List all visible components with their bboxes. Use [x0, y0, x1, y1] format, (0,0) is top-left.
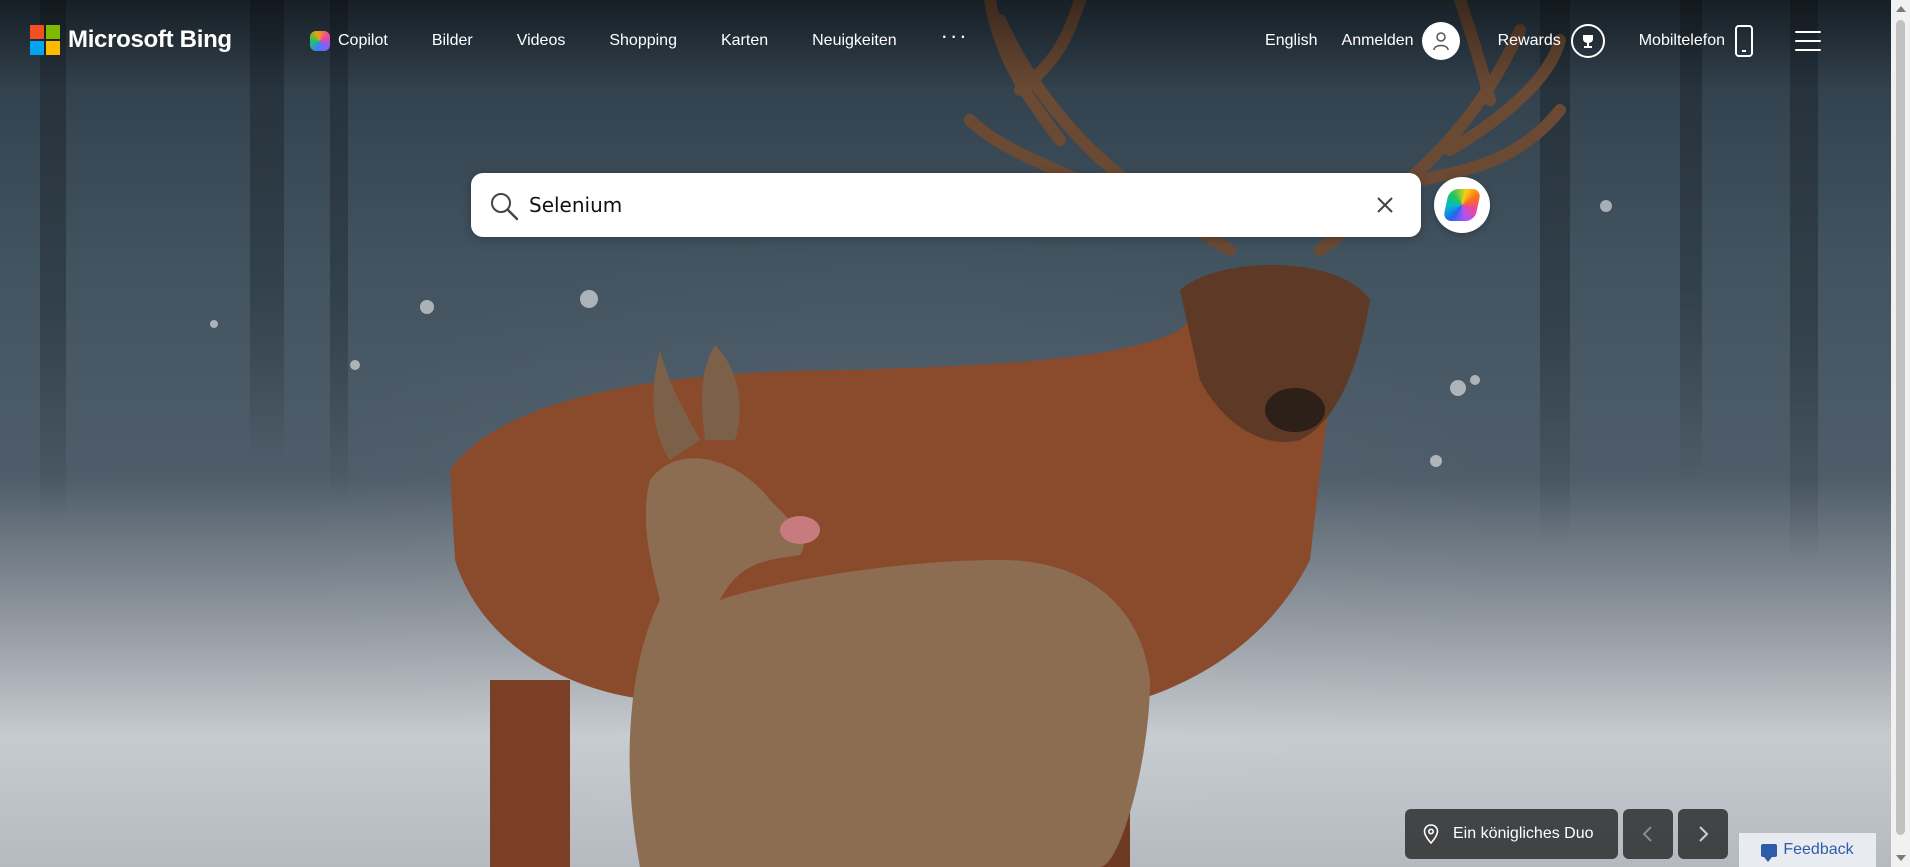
scroll-up-icon[interactable] — [1896, 6, 1906, 12]
nav-karten[interactable]: Karten — [721, 32, 768, 50]
next-image-button[interactable] — [1678, 809, 1728, 859]
hamburger-menu-icon[interactable] — [1795, 31, 1821, 51]
phone-icon[interactable] — [1735, 25, 1753, 57]
nav-neuigkeiten[interactable]: Neuigkeiten — [812, 32, 897, 50]
copilot-search-button[interactable] — [1434, 177, 1490, 233]
chevron-left-icon — [1642, 826, 1652, 842]
nav-copilot[interactable]: Copilot — [310, 31, 388, 51]
chevron-right-icon — [1699, 826, 1709, 842]
more-dots-icon[interactable]: ··· — [941, 23, 969, 49]
brand-name: Microsoft Bing — [68, 26, 232, 53]
search-input[interactable] — [529, 185, 1329, 225]
nav-shopping-label: Shopping — [609, 32, 677, 49]
top-header: Microsoft Bing Copilot Bilder Videos Sho… — [0, 0, 1891, 86]
language-link[interactable]: English — [1265, 32, 1317, 50]
prev-image-button[interactable] — [1623, 809, 1673, 859]
close-icon[interactable] — [1375, 195, 1395, 215]
feedback-button[interactable]: Feedback — [1739, 833, 1876, 867]
scroll-down-icon[interactable] — [1896, 855, 1906, 861]
signin-link[interactable]: Anmelden — [1342, 32, 1414, 50]
rewards-label[interactable]: Rewards — [1498, 32, 1561, 50]
search-icon[interactable] — [489, 191, 519, 221]
deer-illustration — [450, 0, 1566, 867]
nav-bilder[interactable]: Bilder — [432, 32, 473, 50]
location-pin-icon — [1423, 824, 1439, 844]
image-caption-button[interactable]: Ein königliches Duo — [1405, 809, 1618, 859]
user-avatar-icon[interactable] — [1421, 22, 1460, 60]
trophy-icon[interactable] — [1570, 24, 1605, 58]
scroll-thumb[interactable] — [1896, 20, 1905, 835]
nav-videos-label: Videos — [516, 32, 566, 49]
feedback-icon — [1761, 843, 1778, 862]
nav-karten-label: Karten — [720, 32, 769, 49]
nav-bilder-label: Bilder — [431, 32, 473, 49]
nav-copilot-label: Copilot — [338, 32, 388, 49]
nav-neuigkeiten-label: Neuigkeiten — [812, 32, 897, 49]
mobile-label[interactable]: Mobiltelefon — [1639, 32, 1725, 50]
feedback-label: Feedback — [1783, 841, 1854, 858]
search-box — [471, 173, 1421, 237]
image-caption: Ein königliches Duo — [1453, 825, 1594, 842]
background-image — [0, 0, 1891, 867]
vertical-scrollbar[interactable] — [1891, 0, 1910, 867]
nav-videos[interactable]: Videos — [517, 32, 566, 50]
bing-logo[interactable]: Microsoft Bing — [30, 25, 232, 55]
header-right: English Anmelden Rewards Mobiltelefon — [1241, 22, 1821, 60]
microsoft-logo-icon — [30, 25, 60, 55]
nav-shopping[interactable]: Shopping — [609, 32, 677, 50]
top-nav: Copilot Bilder Videos Shopping Karten Ne… — [310, 23, 969, 51]
copilot-icon — [310, 31, 330, 51]
copilot-icon — [1442, 189, 1482, 221]
